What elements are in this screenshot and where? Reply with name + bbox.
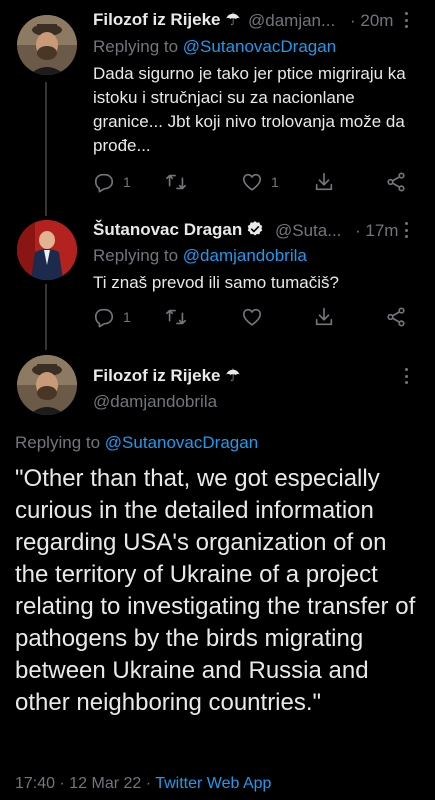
thread-line [45,82,47,216]
more-icon[interactable] [403,222,409,238]
share-icon [387,307,405,327]
author-handle[interactable]: @damjandobrila [93,392,217,412]
share-button[interactable] [385,170,407,194]
reply-icon [94,308,114,328]
author-handle[interactable]: @Suta... [275,221,341,241]
author-name[interactable]: Šutanovac Dragan [93,220,264,240]
download-icon [315,172,333,191]
retweet-icon [166,309,186,325]
like-button[interactable]: 1 [241,170,279,194]
umbrella-icon: ☂ [225,366,241,385]
tweet-actions: 1 1 [93,170,413,194]
like-button[interactable] [241,305,271,329]
mention-link[interactable]: @damjandobrila [183,246,307,265]
more-icon[interactable] [403,12,409,28]
tweet-time[interactable]: · 17m [355,221,398,241]
reply-button[interactable]: 1 [93,305,131,329]
avatar[interactable] [17,355,77,415]
thread-line [45,284,47,350]
download-icon [315,307,333,326]
like-icon [242,173,262,191]
tweet-meta: 17:40 · 12 Mar 22 · Twitter Web App [15,775,271,793]
avatar[interactable] [17,15,77,75]
avatar[interactable] [17,220,77,280]
mention-link[interactable]: @SutanovacDragan [183,37,336,56]
reply-icon [94,173,114,193]
share-button[interactable] [385,305,407,329]
retweet-button[interactable] [165,305,195,329]
umbrella-icon: ☂ [225,10,241,29]
bookmark-button[interactable] [313,305,335,329]
replying-to: Replying to @SutanovacDragan [93,37,337,56]
tweet-text: "Other than that, we got especially curi… [15,465,416,716]
tweet-actions: 1 [93,305,413,329]
more-icon[interactable] [403,368,409,384]
tweet-text: Ti znaš prevod ili samo tumačiš? [93,273,339,292]
timestamp[interactable]: 17:40 · 12 Mar 22 · [15,775,155,792]
share-icon [387,172,405,192]
replying-to: Replying to @damjandobrila [93,246,307,265]
reply-count: 1 [123,309,131,325]
bookmark-button[interactable] [313,170,335,194]
retweet-button[interactable] [165,170,195,194]
reply-count: 1 [123,174,131,190]
like-icon [242,308,262,326]
source-link[interactable]: Twitter Web App [155,775,271,792]
mention-link[interactable]: @SutanovacDragan [105,433,258,452]
reply-button[interactable]: 1 [93,170,131,194]
retweet-icon [166,174,186,190]
verified-icon [247,221,263,236]
replying-to: Replying to @SutanovacDragan [15,433,259,452]
tweet-time[interactable]: · 20m [350,11,393,31]
like-count: 1 [271,174,279,190]
tweet-text: Dada sigurno je tako jer ptice migriraju… [93,64,406,155]
author-handle[interactable]: @damjan... [248,11,335,31]
author-name[interactable]: Filozof iz Rijeke ☂ [93,10,241,30]
author-name[interactable]: Filozof iz Rijeke ☂ [93,366,241,386]
